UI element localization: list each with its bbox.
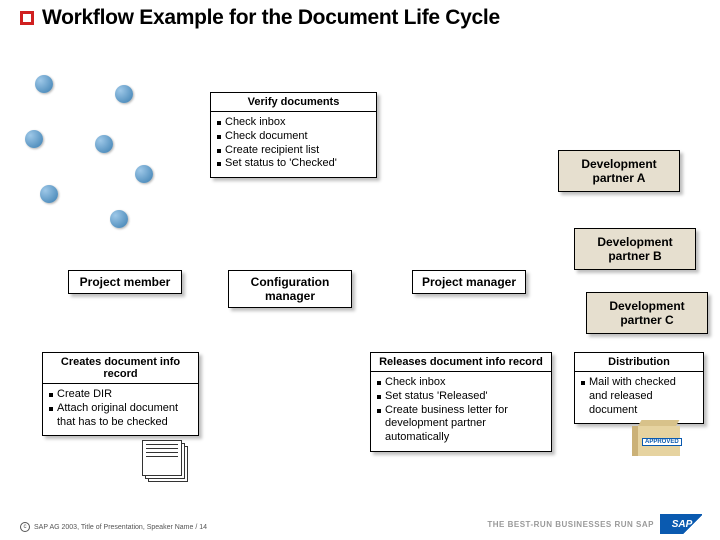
releases-item: Check inbox [377,376,545,390]
footer: c SAP AG 2003, Title of Presentation, Sp… [20,522,207,532]
verify-task: Verify documents Check inbox Check docum… [210,92,377,178]
partner-b: Development partner B [574,228,696,270]
verify-items: Check inbox Check document Create recipi… [217,116,370,171]
creates-task: Creates document info record Create DIR … [42,352,199,436]
distribution-task: Distribution Mail with checked and relea… [574,352,704,424]
page-title: Workflow Example for the Document Life C… [42,6,500,30]
releases-item: Create business letter for development p… [377,404,545,445]
role-project-member: Project member [68,270,182,294]
role-config-manager: Configuration manager [228,270,352,308]
partner-c: Development partner C [586,292,708,334]
approved-stamp: APPROVED [642,438,682,446]
distribution-item: Mail with checked and released document [581,376,697,417]
footer-text: SAP AG 2003, Title of Presentation, Spea… [34,524,207,531]
distribution-items: Mail with checked and released document [581,376,697,417]
releases-head: Releases document info record [371,353,551,372]
package-icon: APPROVED [632,420,682,458]
distribution-head: Distribution [575,353,703,372]
slide: Workflow Example for the Document Life C… [0,0,720,540]
brand: THE BEST-RUN BUSINESSES RUN SAP SAP [487,514,702,534]
verify-item: Create recipient list [217,144,370,158]
creates-head: Creates document info record [43,353,198,384]
brand-tagline: THE BEST-RUN BUSINESSES RUN SAP [487,520,654,529]
releases-item: Set status 'Released' [377,390,545,404]
title-bar: Workflow Example for the Document Life C… [20,6,500,30]
role-project-manager: Project manager [412,270,526,294]
verify-item: Check document [217,130,370,144]
sap-logo-icon: SAP [660,514,702,534]
title-bullet-icon [20,11,34,25]
creates-item: Attach original document that has to be … [49,402,192,430]
creates-items: Create DIR Attach original document that… [49,388,192,429]
verify-item: Set status to 'Checked' [217,157,370,171]
network-graphic [25,75,155,235]
partner-a: Development partner A [558,150,680,192]
creates-item: Create DIR [49,388,192,402]
releases-items: Check inbox Set status 'Released' Create… [377,376,545,445]
releases-task: Releases document info record Check inbo… [370,352,552,452]
copyright-icon: c [20,522,30,532]
verify-head: Verify documents [211,93,376,112]
document-stack-icon [142,440,188,482]
verify-item: Check inbox [217,116,370,130]
